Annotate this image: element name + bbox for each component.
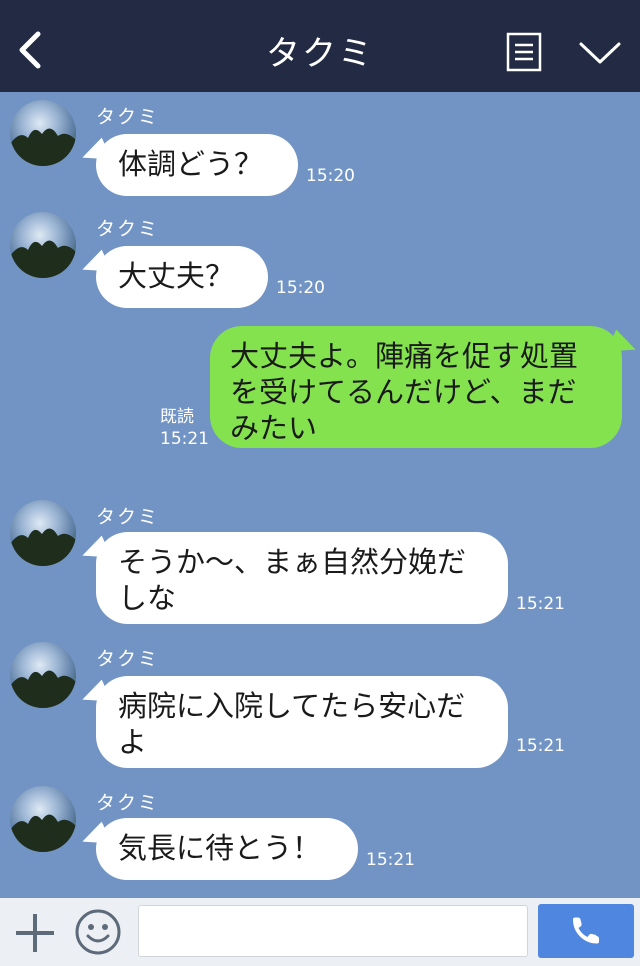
avatar[interactable] — [10, 212, 76, 278]
sender-name: タクミ — [96, 218, 160, 240]
message-bubble[interactable]: 気長に待とう！ — [96, 818, 358, 880]
avatar[interactable] — [10, 500, 76, 566]
read-receipt: 既読 — [160, 407, 194, 427]
message-line: を受けてるんだけど、まだ — [230, 375, 577, 409]
message-time: 15:21 — [516, 594, 565, 614]
sender-name: タクミ — [96, 506, 160, 528]
message-line: しな — [118, 581, 177, 615]
message-input[interactable] — [138, 905, 528, 957]
call-button[interactable] — [538, 904, 634, 958]
input-bar — [0, 898, 640, 966]
message-time: 15:20 — [306, 166, 355, 186]
phone-icon — [573, 917, 599, 944]
chat-header: タクミ — [0, 0, 640, 92]
plus-icon[interactable] — [14, 912, 56, 954]
avatar[interactable] — [10, 642, 76, 708]
message-bubble[interactable]: 病院に入院してたら安心だ よ — [96, 676, 508, 768]
menu-list-icon[interactable] — [506, 32, 542, 72]
message-line: 大丈夫よ。陣痛を促す処置 — [230, 339, 579, 373]
message-time: 15:20 — [276, 278, 325, 298]
message-line: 病院に入院してたら安心だ — [118, 689, 466, 723]
message-time: 15:21 — [516, 736, 565, 756]
message-text: 体調どう？ — [118, 147, 264, 181]
message-bubble[interactable]: そうか〜、まぁ自然分娩だ しな — [96, 532, 508, 624]
chat-area[interactable]: タクミ 体調どう？ 15:20 タクミ 大丈夫？ 15:20 既読 15:21 … — [0, 92, 640, 898]
chat-title: タクミ — [266, 34, 374, 74]
message-line: みたい — [230, 411, 318, 445]
sender-name: タクミ — [96, 648, 160, 670]
chevron-down-icon[interactable] — [578, 38, 622, 68]
message-time: 15:21 — [160, 429, 209, 449]
message-text: 気長に待とう！ — [118, 831, 322, 865]
avatar[interactable] — [10, 786, 76, 852]
message-text: 大丈夫？ — [118, 259, 235, 293]
message-bubble-outgoing[interactable]: 大丈夫よ。陣痛を促す処置 を受けてるんだけど、まだ みたい — [210, 326, 622, 448]
message-time: 15:21 — [366, 850, 415, 870]
sender-name: タクミ — [96, 792, 160, 814]
sender-name: タクミ — [96, 106, 160, 128]
message-bubble[interactable]: 体調どう？ — [96, 134, 298, 196]
message-bubble[interactable]: 大丈夫？ — [96, 246, 268, 308]
message-line: よ — [118, 725, 148, 759]
avatar[interactable] — [10, 100, 76, 166]
smiley-icon[interactable] — [74, 908, 122, 956]
message-line: そうか〜、まぁ自然分娩だ — [118, 545, 467, 579]
